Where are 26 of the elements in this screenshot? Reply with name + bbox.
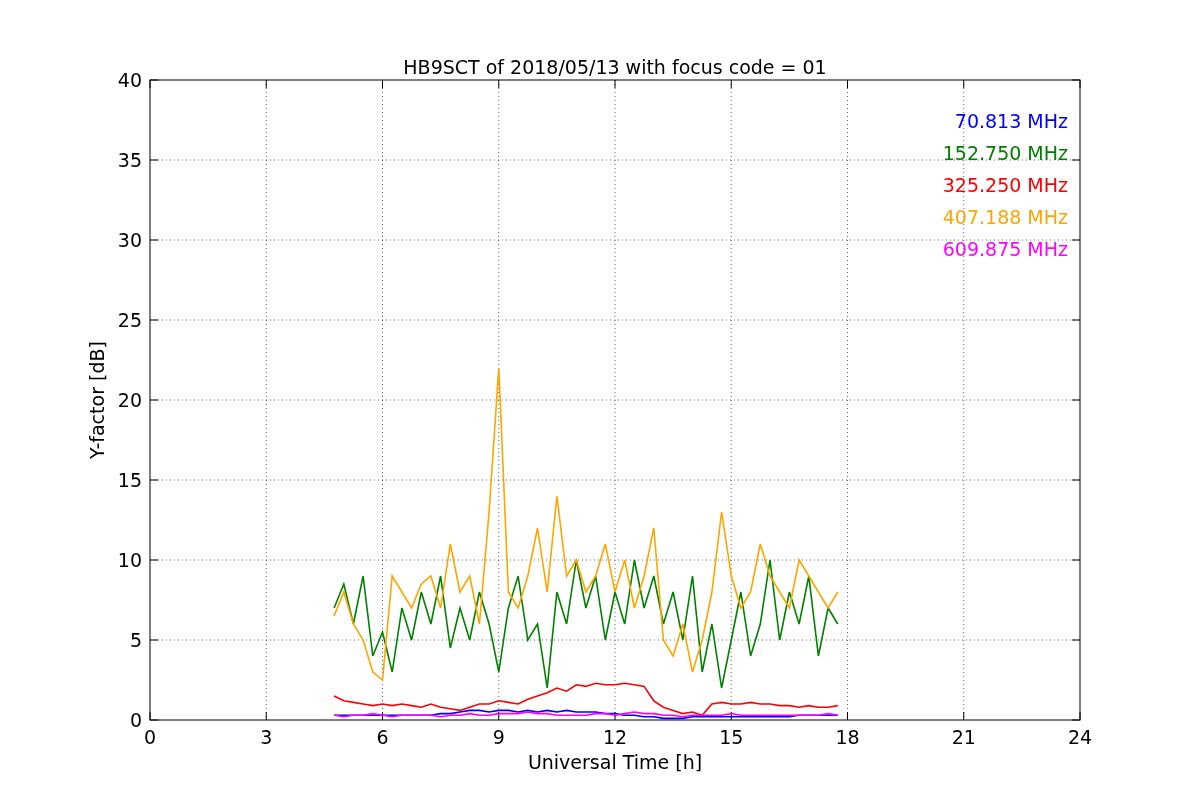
x-tick-label: 24 bbox=[1067, 726, 1093, 748]
x-axis-label: Universal Time [h] bbox=[527, 751, 703, 773]
legend-label: 407.188 MHz bbox=[942, 206, 1068, 228]
x-tick-label: 15 bbox=[719, 726, 744, 748]
x-tick-label: 9 bbox=[492, 726, 505, 748]
x-tick-label: 0 bbox=[143, 726, 157, 748]
legend-label: 152.750 MHz bbox=[942, 142, 1068, 164]
x-tick-label: 3 bbox=[260, 726, 273, 748]
y-tick-label: 20 bbox=[117, 389, 142, 411]
y-tick-label: 5 bbox=[129, 629, 142, 651]
legend-label: 70.813 MHz bbox=[954, 110, 1068, 132]
y-tick-label: 25 bbox=[117, 309, 142, 331]
y-tick-label: 30 bbox=[117, 229, 142, 251]
y-tick-label: 0 bbox=[129, 709, 142, 731]
x-tick-label: 21 bbox=[951, 726, 976, 748]
y-tick-label: 10 bbox=[117, 549, 142, 571]
legend-label: 325.250 MHz bbox=[942, 174, 1068, 196]
legend-label: 609.875 MHz bbox=[942, 238, 1068, 260]
chart-title: HB9SCT of 2018/05/13 with focus code = 01 bbox=[403, 56, 827, 78]
y-tick-label: 35 bbox=[117, 149, 142, 171]
x-tick-label: 18 bbox=[835, 726, 860, 748]
y-tick-label: 40 bbox=[117, 69, 142, 91]
x-tick-label: 12 bbox=[602, 726, 628, 748]
y-axis-label: Y-factor [dB] bbox=[86, 341, 108, 459]
y-tick-label: 15 bbox=[117, 469, 142, 491]
x-tick-label: 6 bbox=[376, 726, 389, 748]
